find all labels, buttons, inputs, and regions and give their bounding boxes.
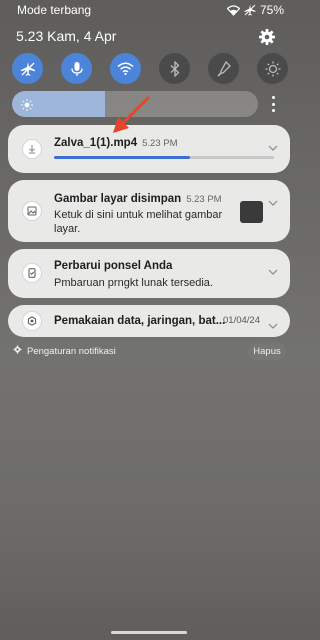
notification-screenshot[interactable]: Gambar layar disimpan 5.23 PM Ketuk di si… xyxy=(8,180,290,242)
download-icon xyxy=(22,139,42,159)
notification-download[interactable]: Zalva_1(1).mp4 5.23 PM xyxy=(8,125,290,173)
more-options-icon[interactable] xyxy=(270,96,276,112)
sun-icon xyxy=(21,98,33,111)
notification-time: 5.23 PM xyxy=(142,138,178,149)
download-progress xyxy=(54,156,274,159)
wifi-toggle[interactable] xyxy=(110,53,141,84)
bluetooth-icon xyxy=(170,60,180,77)
status-icons: 75% xyxy=(226,3,284,17)
notification-title: Perbarui ponsel Anda xyxy=(54,260,173,272)
flashlight-icon xyxy=(216,60,231,77)
airplane-icon xyxy=(20,61,36,77)
screenshot-thumbnail[interactable] xyxy=(240,201,263,223)
microphone-toggle[interactable] xyxy=(61,53,92,84)
gear-icon xyxy=(13,345,22,357)
notification-settings-label: Pengaturan notifikasi xyxy=(27,345,116,357)
brightness-mode-icon xyxy=(265,61,281,77)
status-bar: Mode terbang 75% xyxy=(0,0,298,20)
gear-icon[interactable] xyxy=(258,28,276,46)
notification-data-usage[interactable]: Pemakaian data, jaringan, bat... 01/04/2… xyxy=(8,305,290,337)
bluetooth-toggle[interactable] xyxy=(159,53,190,84)
chevron-down-icon[interactable] xyxy=(268,139,278,151)
panel-header: 5.23 Kam, 4 Apr xyxy=(0,26,298,48)
wifi-icon xyxy=(226,4,240,16)
update-icon xyxy=(22,263,42,283)
image-icon xyxy=(22,201,42,221)
notification-text: Pmbaruan prngkt lunak tersedia. xyxy=(54,277,213,289)
notification-text: Ketuk di sini untuk melihat gambar layar… xyxy=(54,209,223,235)
notification-time: 5.23 PM xyxy=(186,194,222,205)
notification-settings-link[interactable]: Pengaturan notifikasi xyxy=(13,345,116,357)
battery-percent: 75% xyxy=(259,3,284,17)
data-usage-icon xyxy=(22,311,42,331)
quick-toggles xyxy=(12,53,288,84)
chevron-down-icon[interactable] xyxy=(268,263,278,275)
chevron-down-icon[interactable] xyxy=(268,317,278,329)
airplane-mode-label: Mode terbang xyxy=(17,3,92,17)
notification-software-update[interactable]: Perbarui ponsel Anda Pmbaruan prngkt lun… xyxy=(8,249,290,298)
home-indicator[interactable] xyxy=(111,631,187,634)
notification-title: Gambar layar disimpan 5.23 PM xyxy=(54,193,222,205)
brightness-slider[interactable] xyxy=(12,91,258,117)
notification-title: Pemakaian data, jaringan, bat... xyxy=(54,315,226,327)
wifi-icon xyxy=(117,62,134,75)
brightness-mode-toggle[interactable] xyxy=(257,53,288,84)
chevron-down-icon[interactable] xyxy=(268,194,278,206)
flashlight-toggle[interactable] xyxy=(208,53,239,84)
notification-title: Zalva_1(1).mp4 5.23 PM xyxy=(54,137,178,149)
airplane-toggle[interactable] xyxy=(12,53,43,84)
notification-date: 01/04/24 xyxy=(223,315,260,326)
airplane-icon xyxy=(244,4,256,16)
microphone-icon xyxy=(70,61,84,77)
clear-all-button[interactable]: Hapus xyxy=(248,343,286,360)
clock-date[interactable]: 5.23 Kam, 4 Apr xyxy=(16,28,116,44)
